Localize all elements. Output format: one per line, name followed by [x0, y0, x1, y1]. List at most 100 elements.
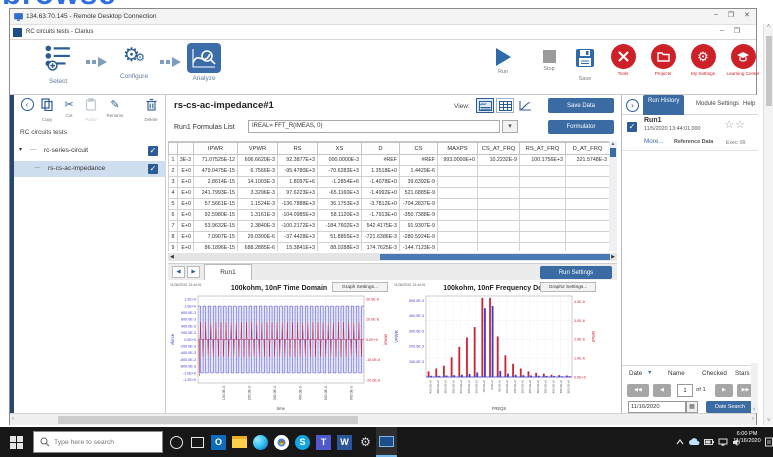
start-button[interactable]: [0, 427, 32, 457]
taskbar-app-edge[interactable]: [250, 427, 271, 457]
tab-run-history[interactable]: Run History: [643, 95, 684, 115]
column-header[interactable]: RS_AT_FRQ: [520, 143, 566, 155]
frequency-domain-chart[interactable]: 4.0E-63.0E-62.0E-61.0E-60.0E+0500.0E-340…: [392, 281, 598, 413]
table-row[interactable]: 9E+086.1896E-15688.2885E-615.3841E+388.0…: [169, 243, 610, 252]
tab-module-settings[interactable]: Module Settings: [696, 101, 739, 107]
column-header[interactable]: [178, 143, 194, 155]
onedrive-cloud-icon[interactable]: [688, 438, 700, 446]
run1-sheet-tab[interactable]: Run1: [204, 264, 252, 280]
rdp-close-button[interactable]: ✕: [744, 11, 750, 19]
network-icon[interactable]: [718, 438, 728, 446]
scroll-left-icon[interactable]: ‹: [12, 416, 14, 422]
window-hscroll-thumb[interactable]: [58, 416, 358, 424]
app-maximize-button[interactable]: ❐: [734, 27, 740, 35]
table-row[interactable]: 13E-371.07525E-12606.6620E-392.3877E+300…: [169, 155, 610, 166]
tree-item-rs-cs-ac-impedance[interactable]: — rs-cs-ac-impedance ✓: [14, 161, 166, 177]
column-stars[interactable]: Stars: [735, 370, 750, 377]
table-row[interactable]: 8E+07.0907E-1529.0300E-6-37.4428E+351.88…: [169, 232, 610, 243]
save-button[interactable]: Save: [568, 46, 602, 82]
taskbar-clock[interactable]: 6:00 PM 11/16/2020: [729, 431, 765, 445]
formulator-button[interactable]: Formulator: [548, 120, 614, 134]
action-center-icon[interactable]: [765, 436, 773, 448]
date-filter-icon[interactable]: ▼: [647, 370, 652, 376]
column-header[interactable]: VPWR: [238, 143, 278, 155]
app-minimize-button[interactable]: –: [720, 27, 724, 35]
run-checkbox[interactable]: ✓: [627, 122, 637, 132]
taskbar-search[interactable]: [33, 431, 163, 453]
page-scrollbar[interactable]: ˄ ˅: [763, 24, 773, 425]
calendar-icon[interactable]: ▦: [686, 401, 698, 413]
taskbar-app-teams[interactable]: T: [313, 427, 334, 457]
tray-expand-icon[interactable]: [676, 439, 684, 445]
window-horizontal-scrollbar[interactable]: ‹ ›: [10, 413, 756, 425]
formula-dropdown-button[interactable]: ▾: [502, 120, 518, 133]
taskbar-app-outlook[interactable]: O: [208, 427, 229, 457]
scroll-left-icon[interactable]: ◀: [170, 253, 174, 261]
delete-button[interactable]: Delete: [140, 98, 162, 122]
save-data-button[interactable]: Save Data: [548, 98, 614, 113]
taskbar-app-skype[interactable]: S: [292, 427, 313, 457]
rename-button[interactable]: ✎ Rename: [104, 98, 126, 118]
cut-button[interactable]: ✂ Cut: [58, 98, 80, 118]
view-combined-button[interactable]: [476, 98, 494, 113]
graph-settings-button[interactable]: Graph Settings...: [332, 282, 388, 292]
copy-button[interactable]: Copy: [36, 98, 58, 122]
scroll-up-icon[interactable]: ˄: [767, 24, 771, 30]
table-row[interactable]: 4E+0241.7993E-153.3296E-397.6223E+3-65.1…: [169, 188, 610, 199]
page-scrollbar-thumb[interactable]: [766, 36, 772, 106]
table-vertical-scrollbar[interactable]: ▲: [609, 141, 617, 251]
history-scrollbar[interactable]: ˅: [751, 363, 758, 413]
table-row[interactable]: 5E+057.5661E-151.1524E-3-136.7888E+336.1…: [169, 199, 610, 210]
tab-help[interactable]: Help: [743, 101, 755, 107]
column-header[interactable]: D_AT_FRQ: [566, 143, 610, 155]
tree-item-label[interactable]: rc-series-circuit: [44, 147, 88, 154]
taskbar-app-settings[interactable]: ⚙: [355, 427, 376, 457]
column-header[interactable]: CS_AT_FRQ: [478, 143, 520, 155]
table-row[interactable]: 2E+0479.0475E-156.7566E-3-95.4780E+3-70.…: [169, 166, 610, 177]
column-name[interactable]: Name: [668, 370, 685, 377]
analyze-step[interactable]: Analyze: [182, 43, 226, 82]
my-settings-menu-button[interactable]: ⚙ My Settings: [681, 44, 725, 76]
date-filter-input[interactable]: 11/16/2020: [628, 401, 686, 413]
rdp-minimize-button[interactable]: –: [714, 11, 718, 19]
configure-step[interactable]: ⚙⚙ Configure: [112, 43, 156, 80]
taskbar-app-explorer[interactable]: [229, 427, 250, 457]
scroll-down-icon[interactable]: ˅: [767, 418, 771, 424]
tab-next-button[interactable]: ▶: [187, 266, 200, 278]
projects-menu-button[interactable]: Projects: [641, 44, 685, 76]
column-date[interactable]: Date: [629, 370, 642, 377]
run-history-entry[interactable]: ✓ Run1 11/5/2020 13:44:01.000 ☆☆ More...…: [622, 115, 758, 151]
column-header[interactable]: [169, 143, 178, 155]
tree-expander-icon[interactable]: ▾: [19, 146, 22, 153]
time-domain-chart[interactable]: 1.2E+01.0E+0800.0E-3600.0E-3400.0E-3200.…: [168, 281, 390, 413]
results-table[interactable]: IPWRVPWRRSXSDCSMAXPSCS_AT_FRQRS_AT_FRQD_…: [168, 141, 609, 251]
taskbar-app-word[interactable]: W: [334, 427, 355, 457]
taskbar-app-chrome[interactable]: [271, 427, 292, 457]
scroll-right-icon[interactable]: ›: [752, 416, 754, 422]
tree-item-rc-series-circuit[interactable]: ▾ — rc-series-circuit ✓: [14, 143, 166, 159]
taskbar-app-remote-desktop[interactable]: [376, 427, 397, 457]
learning-center-menu-button[interactable]: Learning Center: [721, 44, 765, 76]
column-header[interactable]: RS: [278, 143, 318, 155]
star-rating[interactable]: ☆☆: [724, 118, 746, 131]
app-title-bar[interactable]: RC circuits tests - Clarius – ❐: [10, 25, 756, 40]
graph2-settings-button[interactable]: Graph2 Settings...: [540, 282, 596, 292]
table-row[interactable]: 7E+053.9632E-152.3840E-3-100.2172E+3-184…: [169, 221, 610, 232]
battery-icon[interactable]: [704, 438, 714, 446]
paste-button[interactable]: Paste: [80, 98, 102, 122]
rdp-title-bar[interactable]: 134.63.70.145 - Remote Desktop Connectio…: [10, 9, 756, 25]
first-page-button[interactable]: ◀◀: [627, 384, 649, 397]
prev-page-button[interactable]: ◀: [653, 384, 671, 397]
page-number-input[interactable]: 1: [677, 384, 693, 397]
run-button[interactable]: Run: [486, 46, 520, 75]
more-link[interactable]: More...: [644, 138, 664, 145]
column-header[interactable]: XS: [318, 143, 362, 155]
tree-item-checkbox[interactable]: ✓: [148, 164, 158, 174]
next-page-button[interactable]: ▶: [715, 384, 733, 397]
collapse-sidebar-button[interactable]: ‹: [16, 98, 38, 111]
tools-menu-button[interactable]: Tools: [601, 44, 645, 76]
view-table-button[interactable]: [496, 98, 514, 113]
taskbar-app-task-view[interactable]: [187, 427, 208, 457]
formula-input[interactable]: IREAL= FFT_R(IMEAS, 0): [248, 120, 500, 133]
table-row[interactable]: 6E+092.5980E-151.3161E-3-104.0985E+358.1…: [169, 210, 610, 221]
